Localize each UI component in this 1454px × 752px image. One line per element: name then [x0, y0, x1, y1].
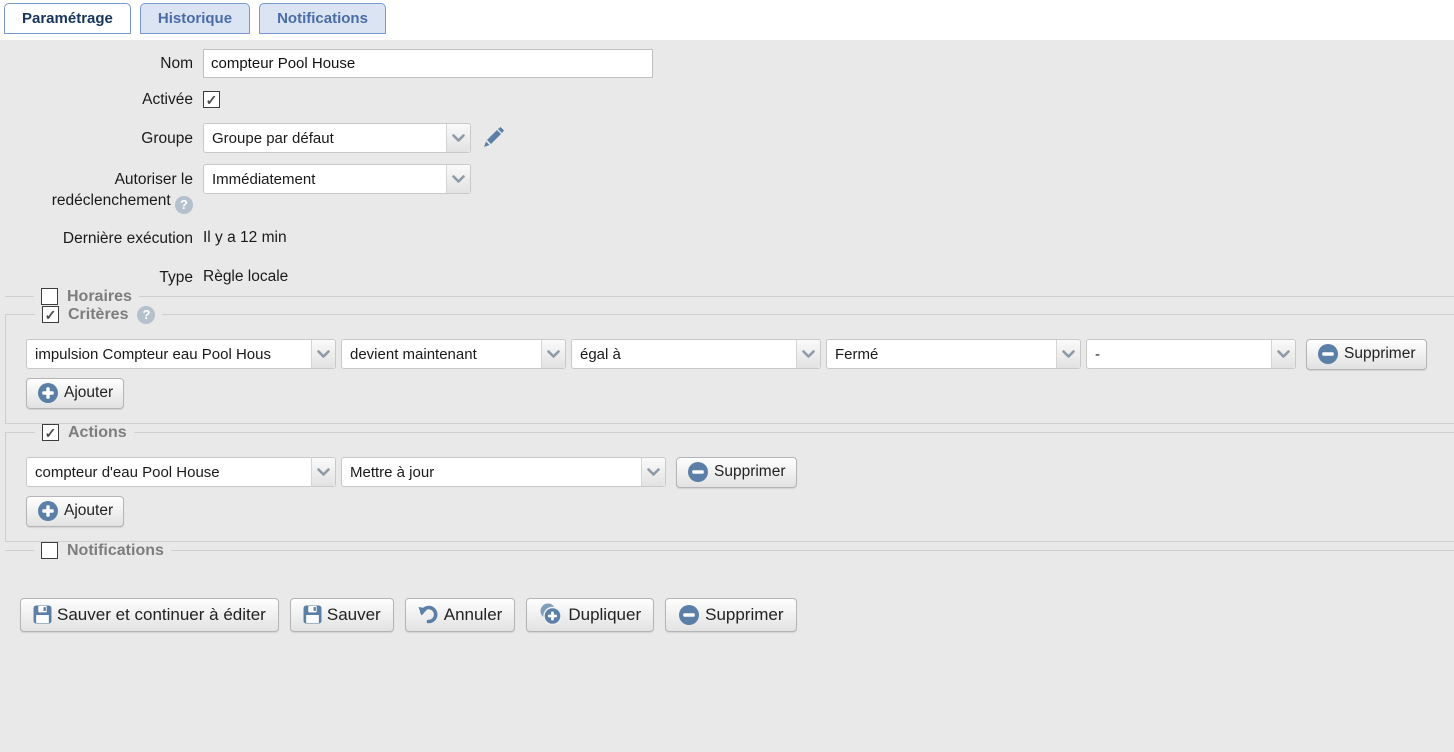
type-row: Type Règle locale — [0, 267, 1454, 288]
chevron-down-icon — [541, 340, 565, 368]
retrigger-label: Autoriser le redéclenchement ? — [0, 164, 203, 214]
last-execution-value: Il y a 12 min — [203, 229, 287, 247]
chevron-down-icon — [641, 458, 665, 486]
minus-circle-icon — [678, 604, 700, 626]
activee-label: Activée — [0, 89, 203, 110]
tab-parametrage[interactable]: Paramétrage — [4, 3, 131, 34]
groupe-label: Groupe — [0, 128, 203, 149]
groupe-row: Groupe Groupe par défaut — [0, 123, 1454, 153]
type-label: Type — [0, 267, 203, 288]
tab-bar: Paramétrage Historique Notifications — [0, 0, 1454, 34]
save-and-continue-button[interactable]: Sauver et continuer à éditer — [20, 598, 279, 632]
critere-operator-select[interactable]: égal à — [571, 339, 821, 369]
groupe-select[interactable]: Groupe par défaut — [203, 123, 471, 153]
section-horaires: Horaires — [5, 288, 1454, 306]
critere-add-label: Ajouter — [64, 384, 113, 402]
groupe-select-value: Groupe par défaut — [204, 130, 446, 147]
critere-trigger-select[interactable]: devient maintenant — [341, 339, 566, 369]
last-execution-label: Dernière exécution — [0, 228, 203, 249]
edit-group-pencil-icon[interactable] — [481, 126, 505, 150]
retrigger-label-line1: Autoriser le — [115, 171, 193, 188]
plus-circle-icon — [37, 500, 59, 522]
action-row: compteur d'eau Pool House Mettre à jour … — [26, 457, 1454, 488]
action-device-select[interactable]: compteur d'eau Pool House — [26, 457, 336, 487]
cancel-button[interactable]: Annuler — [405, 598, 516, 632]
duplicate-label: Dupliquer — [568, 605, 641, 625]
minus-circle-icon — [1317, 343, 1339, 365]
plus-circle-icon — [37, 382, 59, 404]
action-add-button[interactable]: Ajouter — [26, 496, 124, 527]
critere-device-select[interactable]: impulsion Compteur eau Pool Hous — [26, 339, 336, 369]
action-add-label: Ajouter — [64, 502, 113, 520]
save-icon — [303, 605, 322, 624]
action-delete-button[interactable]: Supprimer — [676, 457, 797, 488]
critere-valeur-select[interactable]: Fermé — [826, 339, 1081, 369]
save-icon — [33, 605, 52, 624]
delete-label: Supprimer — [705, 605, 783, 625]
cancel-label: Annuler — [444, 605, 503, 625]
section-criteres: ✓ Critères ? impulsion Compteur eau Pool… — [5, 306, 1454, 424]
critere-delete-label: Supprimer — [1344, 345, 1416, 363]
retrigger-help-icon[interactable]: ? — [175, 196, 193, 214]
actions-checkbox[interactable]: ✓ — [42, 424, 59, 441]
section-notifications: Notifications — [5, 542, 1454, 560]
critere-operator-value: égal à — [572, 346, 796, 363]
horaires-legend-label: Horaires — [67, 288, 132, 306]
critere-add-button[interactable]: Ajouter — [26, 378, 124, 409]
footer-button-bar: Sauver et continuer à éditer Sauver Annu… — [20, 598, 1454, 632]
chevron-down-icon — [446, 124, 470, 152]
criteres-checkbox[interactable]: ✓ — [42, 306, 59, 323]
critere-extra-select[interactable]: - — [1086, 339, 1296, 369]
parametrage-panel: Nom Activée ✓ Groupe Groupe par défaut A… — [0, 40, 1454, 752]
retrigger-row: Autoriser le redéclenchement ? Immédiate… — [0, 164, 1454, 214]
delete-button[interactable]: Supprimer — [665, 598, 796, 632]
chevron-down-icon — [1056, 340, 1080, 368]
criteres-help-icon[interactable]: ? — [137, 306, 155, 324]
retrigger-label-line2: redéclenchement — [52, 192, 171, 209]
action-command-select[interactable]: Mettre à jour — [341, 457, 666, 487]
nom-label: Nom — [0, 53, 203, 74]
chevron-down-icon — [1271, 340, 1295, 368]
horaires-checkbox[interactable] — [41, 288, 58, 305]
critere-row: impulsion Compteur eau Pool Hous devient… — [26, 339, 1454, 370]
save-label: Sauver — [327, 605, 381, 625]
last-execution-row: Dernière exécution Il y a 12 min — [0, 228, 1454, 249]
critere-delete-button[interactable]: Supprimer — [1306, 339, 1427, 370]
actions-legend-label: Actions — [68, 424, 127, 442]
activee-checkbox[interactable]: ✓ — [203, 91, 220, 108]
chevron-down-icon — [796, 340, 820, 368]
duplicate-icon — [539, 603, 563, 626]
action-command-value: Mettre à jour — [342, 464, 641, 481]
save-button[interactable]: Sauver — [290, 598, 394, 632]
notifications-legend-label: Notifications — [67, 542, 164, 560]
undo-icon — [418, 605, 439, 624]
chevron-down-icon — [446, 165, 470, 193]
chevron-down-icon — [311, 458, 335, 486]
tab-notifications[interactable]: Notifications — [259, 3, 386, 34]
retrigger-select-value: Immédiatement — [204, 171, 446, 188]
chevron-down-icon — [311, 340, 335, 368]
section-actions: ✓ Actions compteur d'eau Pool House Mett… — [5, 424, 1454, 542]
notifications-checkbox[interactable] — [41, 542, 58, 559]
critere-extra-value: - — [1087, 346, 1271, 363]
nom-row: Nom — [0, 49, 1454, 78]
type-value: Règle locale — [203, 268, 288, 286]
activee-row: Activée ✓ — [0, 89, 1454, 110]
critere-device-value: impulsion Compteur eau Pool Hous — [27, 346, 311, 363]
tab-historique[interactable]: Historique — [140, 3, 250, 34]
save-and-continue-label: Sauver et continuer à éditer — [57, 605, 266, 625]
action-delete-label: Supprimer — [714, 463, 786, 481]
criteres-legend-label: Critères — [68, 306, 128, 324]
critere-valeur-value: Fermé — [827, 346, 1056, 363]
action-device-value: compteur d'eau Pool House — [27, 464, 311, 481]
duplicate-button[interactable]: Dupliquer — [526, 598, 654, 632]
retrigger-select[interactable]: Immédiatement — [203, 164, 471, 194]
nom-input[interactable] — [203, 49, 653, 78]
minus-circle-icon — [687, 461, 709, 483]
critere-trigger-value: devient maintenant — [342, 346, 541, 363]
